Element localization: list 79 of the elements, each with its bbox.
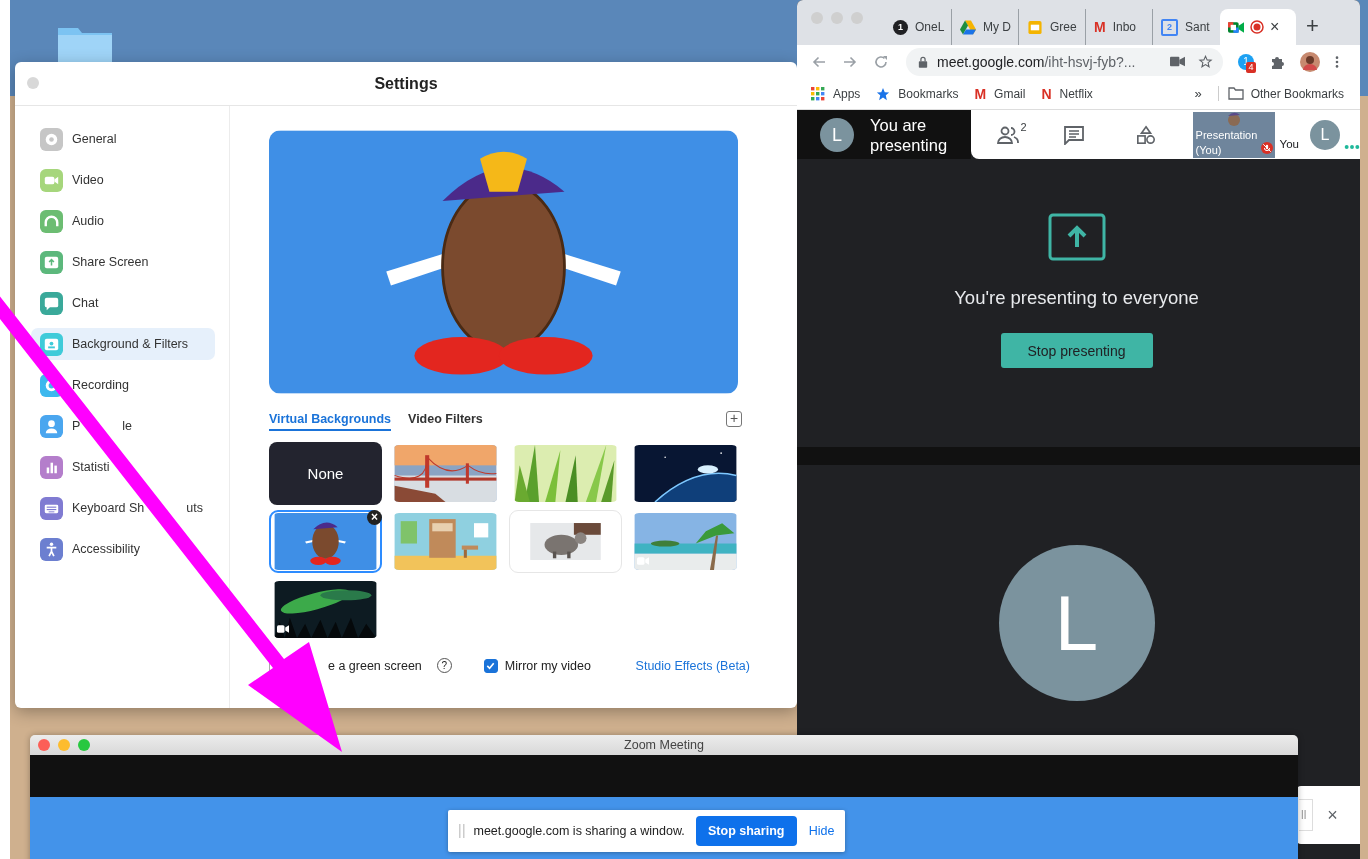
participant-name: You bbox=[1279, 137, 1299, 150]
sidebar-item[interactable]: General bbox=[31, 123, 215, 155]
sidebar-item[interactable]: Share Screen bbox=[31, 246, 215, 278]
more-bookmarks-button[interactable]: » bbox=[1194, 86, 1202, 101]
browser-tab[interactable]: 2 Sant bbox=[1153, 9, 1220, 45]
avatar: L bbox=[998, 545, 1155, 701]
calendar-icon: 2 bbox=[1161, 18, 1178, 36]
star-icon[interactable] bbox=[1198, 55, 1213, 68]
bookmark[interactable]: M Gmail bbox=[974, 85, 1026, 102]
remove-button[interactable]: × bbox=[367, 510, 382, 525]
avatar: L bbox=[1310, 119, 1340, 150]
tab-icon: 1 bbox=[893, 19, 908, 35]
folder-icon bbox=[1227, 86, 1244, 101]
presentation-tile[interactable]: Presentation (You) bbox=[1192, 111, 1275, 158]
tab[interactable]: Video Filters bbox=[408, 411, 483, 431]
close-button[interactable]: × bbox=[1327, 804, 1338, 826]
window-title: Zoom Meeting bbox=[624, 738, 704, 752]
url-text: meet.google.com/iht-hsvj-fyb?... bbox=[937, 53, 1137, 70]
tab-title: Inbo bbox=[1112, 20, 1137, 34]
video-camera-icon bbox=[1228, 19, 1244, 35]
sidebar-item[interactable]: Keyboard Sh uts bbox=[31, 492, 215, 524]
triangle-icon bbox=[960, 19, 976, 35]
sidebar-item[interactable]: Chat bbox=[31, 287, 215, 319]
shapes-icon[interactable] bbox=[1134, 124, 1157, 145]
star-icon bbox=[876, 86, 891, 101]
sidebar-item[interactable]: Accessibility bbox=[31, 533, 215, 565]
present-screen-icon bbox=[1047, 213, 1106, 261]
people-button[interactable]: 2 bbox=[996, 124, 1027, 145]
tile-label: Presentation (You) bbox=[1195, 127, 1258, 158]
avatar-icon[interactable] bbox=[1300, 51, 1320, 72]
sidebar-item[interactable]: P le bbox=[31, 410, 215, 442]
bookmark-folder[interactable]: Other Bookmarks bbox=[1217, 86, 1344, 101]
lock-icon bbox=[918, 55, 928, 68]
tab-title: Sant bbox=[1185, 20, 1210, 34]
tab-title: OneL bbox=[915, 20, 945, 34]
bookmark[interactable]: Bookmarks bbox=[876, 86, 959, 101]
stop-presenting-button[interactable]: Stop presenting bbox=[1000, 333, 1153, 368]
sharing-message: meet.google.com is sharing a window. bbox=[473, 824, 685, 838]
link[interactable]: Studio Effects (Beta) bbox=[635, 658, 750, 673]
tab-title: My D bbox=[983, 20, 1011, 34]
reload-icon[interactable] bbox=[873, 53, 889, 70]
drag-handle-icon[interactable] bbox=[458, 824, 465, 838]
sidebar-item[interactable]: Statisti bbox=[31, 451, 215, 483]
checkbox[interactable] bbox=[483, 658, 498, 673]
logo-letter: M bbox=[1094, 19, 1106, 35]
sidebar-item[interactable]: Video bbox=[31, 164, 215, 196]
address-bar[interactable]: meet.google.com/iht-hsvj-fyb?... bbox=[906, 47, 1223, 76]
bookmark[interactable]: Apps bbox=[811, 86, 861, 101]
presenting-message: You're presenting to everyone bbox=[954, 287, 1199, 309]
background-thumbnail[interactable]: None bbox=[269, 442, 382, 505]
avatar: L bbox=[820, 117, 854, 152]
checkbox-label: Mirror my video bbox=[504, 658, 591, 673]
add-button[interactable]: + bbox=[726, 411, 742, 427]
stop-sharing-button[interactable]: Stop sharing bbox=[695, 816, 797, 846]
people-icon bbox=[996, 124, 1021, 145]
muted-microphone-icon bbox=[1260, 141, 1273, 154]
chat-icon[interactable] bbox=[1062, 124, 1085, 145]
slides-icon bbox=[1027, 19, 1043, 35]
tab[interactable]: Virtual Backgrounds bbox=[269, 411, 392, 431]
tab-title: Gree bbox=[1050, 20, 1077, 34]
close-tab-button[interactable]: × bbox=[1270, 18, 1280, 36]
grid-icon bbox=[811, 86, 825, 101]
browser-tab[interactable]: × bbox=[1220, 9, 1296, 45]
sidebar-item[interactable]: Background & Filters bbox=[31, 328, 215, 360]
video-camera-icon[interactable] bbox=[1170, 55, 1185, 68]
logo-letter: N bbox=[1041, 85, 1052, 102]
checkbox-label: e a green screen bbox=[328, 658, 422, 673]
background-thumbnail[interactable] bbox=[509, 510, 622, 573]
menu-icon[interactable] bbox=[1335, 54, 1339, 69]
bookmark[interactable]: N Netflix bbox=[1041, 85, 1093, 102]
background-thumbnail[interactable]: × bbox=[269, 510, 382, 573]
close-button[interactable] bbox=[38, 739, 50, 751]
more-icon[interactable] bbox=[1344, 143, 1360, 150]
window-title: Settings bbox=[374, 74, 438, 93]
new-tab-button[interactable]: + bbox=[1306, 13, 1319, 39]
presenting-label: You are presenting bbox=[870, 114, 949, 155]
sidebar-item[interactable]: Audio bbox=[31, 205, 215, 237]
hide-link[interactable]: Hide bbox=[808, 824, 835, 838]
logo-letter: M bbox=[974, 85, 987, 102]
